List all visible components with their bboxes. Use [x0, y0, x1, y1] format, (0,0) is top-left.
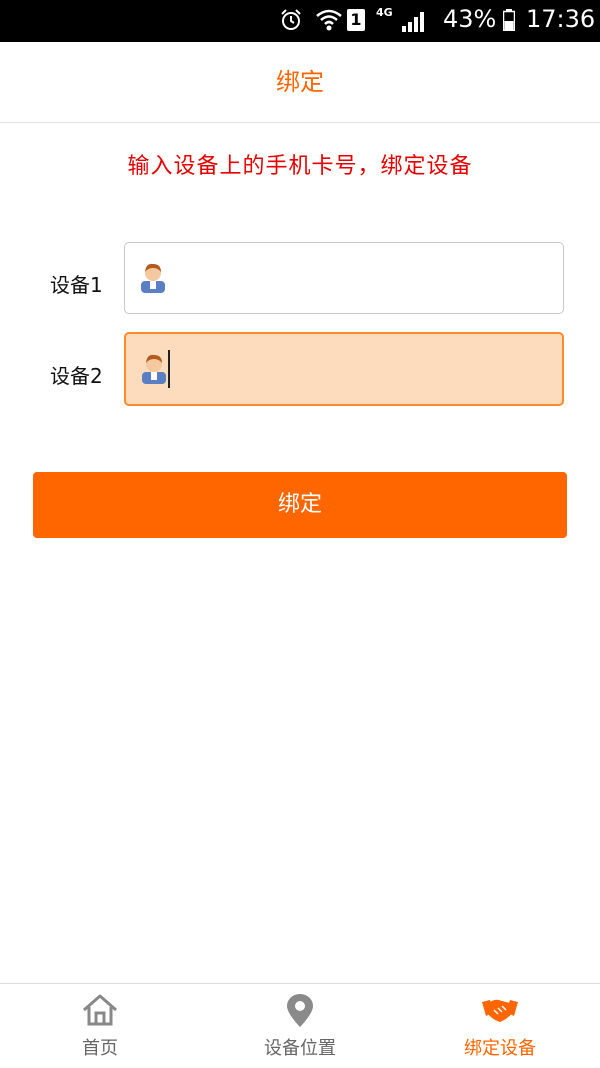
handshake-icon [482, 999, 518, 1022]
app-header: 绑定 [0, 42, 600, 123]
sim-slot-indicator: 1 [347, 9, 365, 31]
device1-field[interactable] [124, 242, 564, 314]
instruction-text: 输入设备上的手机卡号，绑定设备 [127, 154, 473, 179]
nav-item-bind-device[interactable]: 绑定设备 [400, 984, 600, 1068]
user-avatar-icon [141, 263, 165, 293]
nav-item-home[interactable]: 首页 [0, 984, 200, 1068]
home-icon [83, 994, 117, 1026]
device1-label: 设备1 [50, 273, 103, 297]
nav-label-bind-device: 绑定设备 [464, 1038, 536, 1059]
signal-icon [402, 12, 424, 32]
wifi-icon [316, 9, 342, 31]
nav-item-device-location[interactable]: 设备位置 [200, 984, 400, 1068]
device1-input[interactable] [169, 253, 549, 301]
battery-percent: 43% [443, 5, 497, 33]
bottom-nav: 首页 设备位置 绑定设备 [0, 983, 600, 1068]
clock: 17:36 [526, 5, 596, 33]
status-bar: 1 4G 43% 17:36 [0, 0, 600, 42]
device2-input[interactable] [170, 344, 550, 392]
page-title: 绑定 [276, 68, 324, 96]
network-type: 4G [376, 6, 393, 19]
bind-button[interactable]: 绑定 [33, 472, 567, 538]
device2-label: 设备2 [50, 364, 103, 388]
nav-label-home: 首页 [82, 1038, 118, 1059]
battery-icon [503, 9, 515, 31]
alarm-icon [281, 9, 301, 30]
location-pin-icon [287, 994, 313, 1027]
nav-label-device-location: 设备位置 [264, 1038, 336, 1059]
device2-field[interactable] [124, 332, 564, 406]
user-avatar-icon [142, 354, 166, 384]
